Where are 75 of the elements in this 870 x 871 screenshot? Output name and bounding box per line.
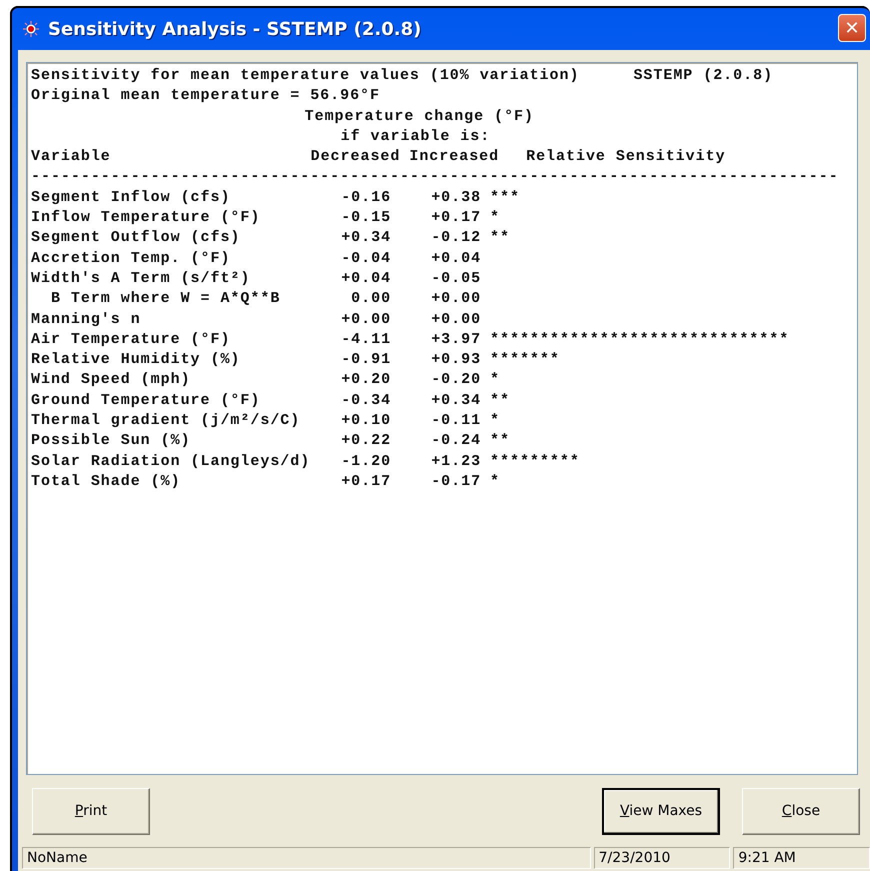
table-cell-text: +0.04: [430, 248, 482, 269]
table-cell-text: +0.38: [430, 188, 482, 208]
variable-name: Air Temperature (°F): [31, 330, 232, 350]
table-cell-text: +0.00: [340, 310, 392, 330]
sensitivity-stars: *******: [490, 350, 560, 370]
table-cell-text: 0.00: [350, 289, 392, 310]
table-cell-text: +3.97: [430, 330, 482, 350]
sensitivity-stars: *********: [490, 452, 580, 472]
column-header: Increased: [409, 147, 500, 168]
variable-name: Width's A Term (s/ft²): [31, 268, 252, 289]
table-cell-text: -0.05: [430, 268, 482, 289]
table-cell-text: +0.04: [340, 268, 392, 289]
table-cell-text: -1.20: [340, 452, 392, 472]
table-cell-text: -0.15: [340, 208, 392, 228]
variable-name: Accretion Temp. (°F): [31, 248, 232, 269]
table-cell-text: -0.20: [430, 370, 482, 390]
sensitivity-stars: **: [490, 431, 510, 452]
sensitivity-stars: *: [490, 208, 500, 228]
variable-name: Ground Temperature (°F): [31, 390, 262, 411]
column-header: Variable: [31, 147, 111, 168]
dialog-button[interactable]: Close: [742, 788, 860, 834]
table-cell-text: +0.00: [430, 289, 482, 310]
table-cell-text: -0.17: [430, 472, 482, 492]
column-header: Relative Sensitivity: [526, 147, 726, 168]
status-text: NoName: [22, 847, 591, 869]
table-cell-text: +0.00: [430, 310, 482, 330]
variable-name: Relative Humidity (%): [31, 350, 242, 370]
sensitivity-stars: **: [490, 390, 510, 411]
window-title: Sensitivity Analysis - SSTEMP (2.0.8): [48, 18, 422, 40]
sensitivity-stars: ******************************: [490, 330, 790, 350]
table-cell-text: +1.23: [430, 452, 482, 472]
status-date: 7/23/2010: [594, 847, 730, 869]
sensitivity-stars: ***: [490, 188, 520, 208]
table-cell-text: +0.17: [430, 208, 482, 228]
column-group-header: if variable is:: [340, 126, 490, 147]
column-group-header: Temperature change (°F): [304, 106, 534, 127]
sensitivity-stars: *: [490, 472, 500, 492]
table-cell-text: -0.16: [340, 188, 392, 208]
table-cell-text: +0.20: [340, 370, 392, 390]
dialog-button[interactable]: Print: [32, 788, 150, 834]
variable-name: B Term where W = A*Q**B: [50, 289, 282, 310]
table-cell-text: +0.22: [340, 431, 392, 452]
variable-name: Wind Speed (mph): [31, 370, 192, 390]
app-icon: [22, 20, 40, 38]
table-cell-text: -0.34: [340, 390, 392, 411]
table-cell-text: -0.91: [340, 350, 392, 370]
table-cell-text: +0.34: [430, 390, 482, 411]
report-heading: Sensitivity for mean temperature values (10% variation): [31, 66, 580, 86]
original-temperature: Original mean temperature = 56.96°F: [31, 86, 380, 106]
status-time: 9:21 AM: [733, 847, 870, 869]
column-header: Decreased: [310, 147, 400, 168]
dialog-button[interactable]: View Maxes: [602, 788, 720, 834]
close-button[interactable]: ✕: [838, 14, 866, 42]
variable-name: Inflow Temperature (°F): [31, 208, 262, 228]
table-cell-text: +0.10: [340, 411, 392, 432]
table-cell-text: -0.24: [430, 431, 482, 452]
sensitivity-stars: **: [490, 228, 510, 248]
table-cell-text: +0.17: [340, 472, 392, 492]
sensitivity-stars: *: [490, 411, 500, 432]
table-cell-text: -0.11: [430, 411, 482, 432]
sensitivity-stars: *: [490, 370, 500, 390]
variable-name: Total Shade (%): [31, 472, 182, 492]
table-cell-text: +0.93: [430, 350, 482, 370]
table-cell-text: -4.11: [340, 330, 392, 350]
separator-line: ---------------------------------------------------------------------------------: [31, 167, 839, 188]
variable-name: Thermal gradient (j/m²/s/C): [31, 411, 302, 432]
program-version: SSTEMP (2.0.8): [633, 66, 774, 86]
table-cell-text: -0.12: [430, 228, 482, 248]
variable-name: Solar Radiation (Langleys/d): [31, 452, 312, 472]
table-cell-text: -0.04: [340, 248, 392, 269]
variable-name: Segment Inflow (cfs): [31, 188, 232, 208]
table-cell-text: +0.34: [340, 228, 392, 248]
variable-name: Segment Outflow (cfs): [31, 228, 242, 248]
variable-name: Possible Sun (%): [31, 431, 192, 452]
variable-name: Manning's n: [31, 310, 142, 330]
